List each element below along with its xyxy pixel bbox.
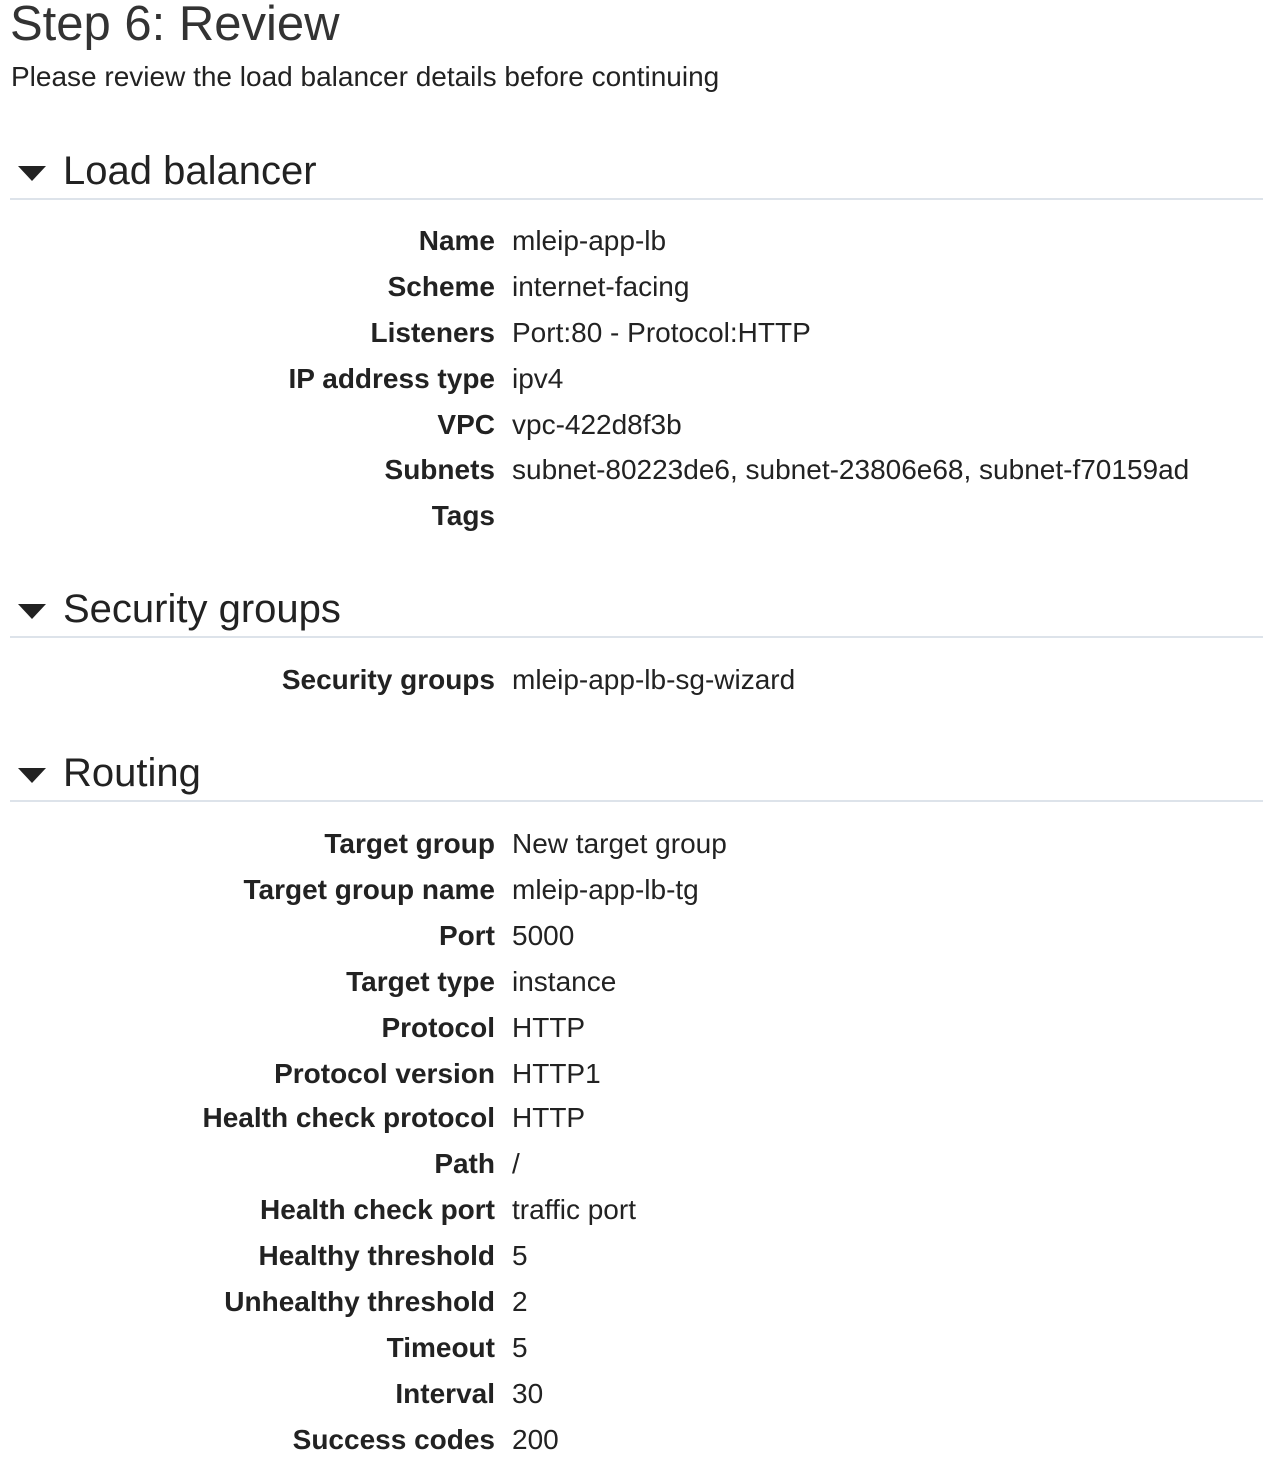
- section-title-routing: Routing: [63, 751, 201, 795]
- detail-label: Listeners: [370, 317, 496, 348]
- detail-value: ipv4: [512, 363, 564, 394]
- detail-row-security-groups: Security groups mleip-app-lb-sg-wizard: [0, 660, 1263, 700]
- detail-value: mleip-app-lb: [512, 225, 667, 256]
- detail-label: Scheme: [387, 271, 495, 302]
- detail-row-health-check-port: Health check port traffic port: [0, 1190, 1263, 1230]
- page-title: Step 6: Review: [10, 0, 340, 51]
- detail-row-path: Path /: [0, 1144, 1263, 1184]
- detail-row-scheme: Scheme internet-facing: [0, 267, 1263, 307]
- detail-value: mleip-app-lb-sg-wizard: [512, 664, 796, 695]
- detail-value: 2: [512, 1286, 528, 1317]
- detail-row-protocol: Protocol HTTP: [0, 1008, 1263, 1048]
- detail-label: Target group name: [243, 874, 495, 905]
- detail-value: 5: [512, 1240, 528, 1271]
- detail-row-interval: Interval 30: [0, 1374, 1263, 1414]
- detail-row-name: Name mleip-app-lb: [0, 221, 1263, 261]
- detail-row-unhealthy-threshold: Unhealthy threshold 2: [0, 1282, 1263, 1322]
- detail-row-health-check-protocol: Health check protocol HTTP: [0, 1098, 1263, 1138]
- detail-value: HTTP: [512, 1102, 586, 1133]
- detail-label: Port: [439, 920, 495, 951]
- detail-label: Healthy threshold: [258, 1240, 495, 1271]
- caret-down-icon: [18, 604, 46, 619]
- detail-row-tags: Tags: [0, 496, 1263, 536]
- detail-value: traffic port: [512, 1194, 636, 1225]
- detail-value: /: [512, 1148, 520, 1179]
- section-title-security-groups: Security groups: [63, 587, 341, 631]
- detail-value: mleip-app-lb-tg: [512, 874, 699, 905]
- detail-row-vpc: VPC vpc-422d8f3b: [0, 405, 1263, 445]
- detail-label: Subnets: [384, 454, 495, 485]
- detail-row-target-type: Target type instance: [0, 962, 1263, 1002]
- detail-label: Interval: [395, 1378, 495, 1409]
- detail-row-target-group: Target group New target group: [0, 824, 1263, 864]
- detail-value: 200: [512, 1424, 559, 1455]
- detail-row-ip-address-type: IP address type ipv4: [0, 359, 1263, 399]
- detail-row-timeout: Timeout 5: [0, 1328, 1263, 1368]
- detail-value: subnet-80223de6, subnet-23806e68, subnet…: [512, 454, 1190, 485]
- detail-row-healthy-threshold: Healthy threshold 5: [0, 1236, 1263, 1276]
- detail-value: 5: [512, 1332, 528, 1363]
- detail-row-success-codes: Success codes 200: [0, 1420, 1263, 1460]
- detail-value: 5000: [512, 920, 575, 951]
- section-header-security-groups[interactable]: Security groups: [10, 586, 1263, 638]
- detail-label: Target type: [346, 966, 495, 997]
- detail-value: HTTP1: [512, 1058, 601, 1089]
- detail-label: Health check protocol: [202, 1102, 495, 1133]
- detail-row-protocol-version: Protocol version HTTP1: [0, 1054, 1263, 1094]
- detail-value: vpc-422d8f3b: [512, 409, 682, 440]
- detail-value: Port:80 - Protocol:HTTP: [512, 317, 811, 348]
- page-subtitle: Please review the load balancer details …: [11, 61, 720, 92]
- detail-label: Target group: [324, 828, 495, 859]
- section-title-load-balancer: Load balancer: [63, 149, 317, 193]
- detail-value: New target group: [512, 828, 727, 859]
- detail-label: Security groups: [281, 664, 495, 695]
- detail-label: Timeout: [386, 1332, 495, 1363]
- detail-value: internet-facing: [512, 271, 690, 302]
- section-header-load-balancer[interactable]: Load balancer: [10, 148, 1263, 200]
- detail-label: Success codes: [292, 1424, 495, 1455]
- section-header-routing[interactable]: Routing: [10, 750, 1263, 802]
- detail-label: VPC: [437, 409, 495, 440]
- detail-label: Unhealthy threshold: [224, 1286, 495, 1317]
- detail-value: 30: [512, 1378, 544, 1409]
- caret-down-icon: [18, 768, 46, 783]
- review-page: Step 6: Review Please review the load ba…: [0, 0, 1263, 1473]
- detail-label: Name: [418, 225, 495, 256]
- detail-label: Protocol: [381, 1012, 495, 1043]
- detail-row-subnets: Subnets subnet-80223de6, subnet-23806e68…: [0, 450, 1263, 490]
- detail-row-port: Port 5000: [0, 916, 1263, 956]
- detail-label: IP address type: [288, 363, 495, 394]
- detail-row-listeners: Listeners Port:80 - Protocol:HTTP: [0, 313, 1263, 353]
- detail-label: Protocol version: [274, 1058, 495, 1089]
- detail-value: HTTP: [512, 1012, 586, 1043]
- detail-row-target-group-name: Target group name mleip-app-lb-tg: [0, 870, 1263, 910]
- detail-label: Path: [434, 1148, 495, 1179]
- detail-value: instance: [512, 966, 617, 997]
- detail-label: Tags: [431, 500, 495, 531]
- caret-down-icon: [18, 166, 46, 181]
- detail-label: Health check port: [260, 1194, 495, 1225]
